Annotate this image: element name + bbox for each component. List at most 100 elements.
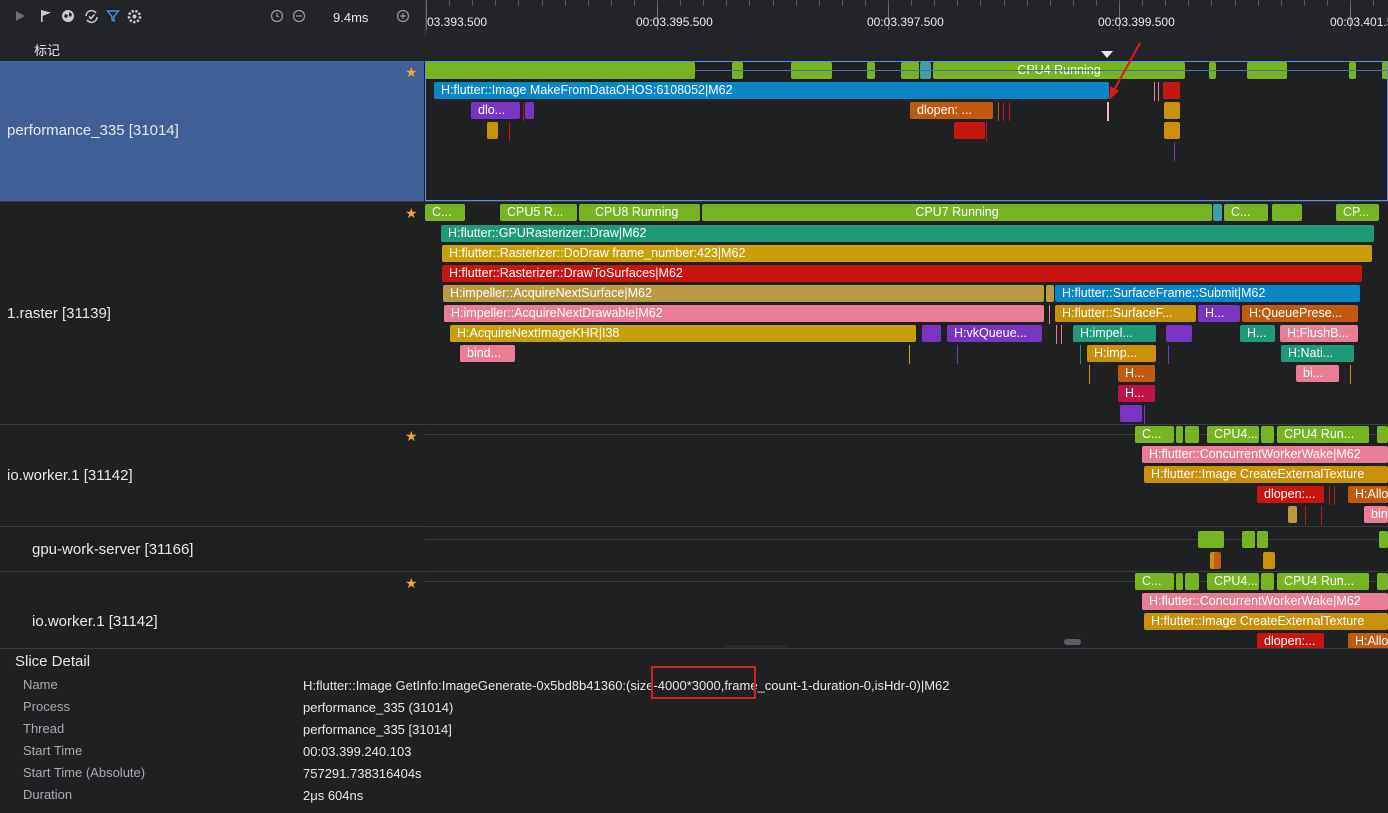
refresh-check-icon[interactable] [83,9,99,25]
cpu-slice[interactable]: CPU4... [1207,426,1259,443]
cpu-slice[interactable] [1213,204,1222,221]
slice-alloc[interactable]: H:Allo [1348,633,1388,648]
slice[interactable] [1166,325,1192,342]
slice-create-external-texture[interactable]: H:flutter::Image CreateExternalTexture [1144,466,1388,483]
slice-marker[interactable] [1329,486,1330,505]
slice-marker[interactable] [1056,325,1057,344]
slice-gpu-rasterizer-draw[interactable]: H:flutter::GPURasterizer::Draw|M62 [441,225,1374,242]
slice-marker[interactable] [1080,345,1081,364]
slice[interactable] [1288,506,1297,523]
track-lane-io-worker[interactable]: C... CPU4... CPU4 Run... H:flutter::Conc… [425,425,1388,527]
cpu-slice[interactable] [1185,573,1199,590]
slice[interactable] [1263,552,1275,569]
slice-dlopen[interactable]: dlopen:... [1257,486,1324,503]
slice-dlopen[interactable]: dlopen: ... [910,102,993,119]
slice-imp[interactable]: H:imp... [1087,345,1156,362]
slice-queue-present[interactable]: H:QueuePrese... [1242,305,1358,322]
slice-bind[interactable]: bin [1364,506,1388,523]
track-lane-gpu-work-server[interactable] [425,527,1388,572]
cpu-slice[interactable] [1176,573,1183,590]
cpu-slice[interactable]: C... [1224,204,1268,221]
slice-marker[interactable] [1174,142,1175,161]
slice-selected-getinfo[interactable] [1107,102,1109,121]
slice[interactable] [1120,405,1142,422]
slice-marker[interactable] [998,102,999,121]
track-lane-performance[interactable]: CPU4 Running H:flutter::Image MakeFromDa… [425,61,1388,202]
detail-value-process[interactable]: performance_335 (31014) [303,700,453,715]
slice[interactable]: H... [1118,385,1155,402]
cpu-slice[interactable]: C... [1135,426,1174,443]
slice-flush[interactable]: H:FlushB... [1280,325,1358,342]
slice[interactable] [1214,552,1221,569]
slice-marker[interactable] [1144,405,1145,424]
slice-marker[interactable] [986,122,987,141]
cpu-slice[interactable]: CPU4... [1207,573,1259,590]
cpu-slice[interactable]: C... [425,204,465,221]
slice-surface-frame-submit[interactable]: H:flutter::SurfaceFrame::Submit|M62 [1055,285,1360,302]
track-label-raster[interactable]: 1.raster [31139] ★ [0,202,424,425]
star-icon[interactable]: ★ [405,428,418,445]
slice[interactable] [525,102,534,119]
slice[interactable]: H... [1118,365,1155,382]
cpu-slice[interactable] [1379,531,1388,548]
slice[interactable] [954,122,985,139]
cpu-slice[interactable] [1257,531,1268,548]
slice-rasterizer-dodraw[interactable]: H:flutter::Rasterizer::DoDraw frame_numb… [442,245,1372,262]
slice-draw-to-surfaces[interactable]: H:flutter::Rasterizer::DrawToSurfaces|M6… [442,265,1362,282]
slice-impeller[interactable]: H:impel... [1073,325,1156,342]
play-icon[interactable] [12,9,28,25]
cpu-slice[interactable] [1377,573,1388,590]
star-icon[interactable]: ★ [405,575,418,592]
star-icon[interactable]: ★ [405,64,418,81]
cpu-slice[interactable]: CPU5 R... [500,204,577,221]
slice-marker[interactable] [957,345,958,364]
slice-marker[interactable] [1089,365,1090,384]
slice-image-make-from-data[interactable]: H:flutter::Image MakeFromDataOHOS:610805… [434,82,1109,99]
track-label-io-worker-2[interactable]: io.worker.1 [31142] ★ [0,572,424,649]
slice-marker[interactable] [1049,305,1050,324]
cpu-slice[interactable] [1272,204,1302,221]
track-label-io-worker[interactable]: io.worker.1 [31142] ★ [0,425,424,527]
cpu-slice[interactable] [1198,531,1224,548]
star-icon[interactable]: ★ [405,205,418,222]
slice-marker[interactable] [909,345,910,364]
slice[interactable] [1046,285,1054,302]
clock-icon[interactable] [269,9,285,25]
slice-marker[interactable] [1334,486,1335,505]
globe-icon[interactable] [60,9,76,25]
cpu-slice[interactable] [1261,573,1274,590]
cpu-slice[interactable] [1242,531,1255,548]
filter-icon[interactable] [105,9,121,25]
marker-row[interactable]: 标记 [0,36,1388,62]
slice-marker[interactable] [1003,102,1004,121]
track-label-gpu-work-server[interactable]: gpu-work-server [31166] [0,527,424,572]
slice-vk-queue[interactable]: H:vkQueue... [947,325,1042,342]
slice-dlopen[interactable]: dlopen:... [1257,633,1324,648]
slice[interactable]: H... [1198,305,1240,322]
slice-marker[interactable] [523,102,524,121]
slice-acquire-next-image-khr[interactable]: H:AcquireNextImageKHR|I38 [450,325,916,342]
slice-marker[interactable] [1158,82,1159,101]
horizontal-scrollbar-thumb[interactable] [1064,639,1081,645]
cpu-slice[interactable]: C... [1135,573,1174,590]
detail-value-thread[interactable]: performance_335 [31014] [303,722,452,737]
slice-marker[interactable] [1154,82,1155,101]
cpu-slice[interactable]: CPU7 Running [702,204,1212,221]
slice-marker[interactable] [1168,345,1169,364]
slice-bind[interactable]: bind... [460,345,515,362]
slice-dlopen[interactable]: dlo... [471,102,520,119]
slice-create-external-texture[interactable]: H:flutter::Image CreateExternalTexture [1144,613,1388,630]
gear-icon[interactable] [126,9,142,25]
cpu-slice[interactable] [425,62,695,79]
slice-marker[interactable] [1009,102,1010,121]
cpu-slice[interactable] [1176,426,1183,443]
slice-concurrent-worker-wake[interactable]: H:flutter::ConcurrentWorkerWake|M62 [1142,593,1388,610]
time-ruler[interactable]: 03.393.500 00:03.395.500 00:03.397.500 0… [425,0,1388,37]
slice[interactable] [1163,82,1180,99]
slice[interactable] [922,325,941,342]
slice-marker[interactable] [1350,365,1351,384]
track-label-performance[interactable]: performance_335 [31014] ★ [0,61,424,202]
slice-alloc[interactable]: H:Allo [1348,486,1388,503]
zoom-in-icon[interactable] [395,9,411,25]
slice-acquire-next-drawable[interactable]: H:impeller::AcquireNextDrawable|M62 [444,305,1044,322]
